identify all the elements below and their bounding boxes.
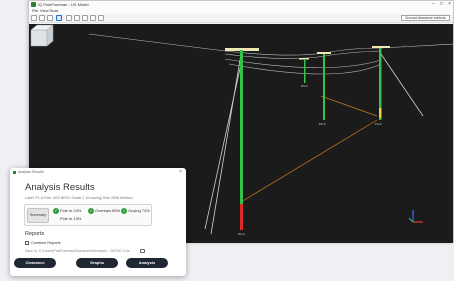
check-icon: ✓ [88, 208, 94, 214]
folder-icon[interactable] [140, 249, 145, 253]
pole-3 [304, 59, 306, 83]
summary-button[interactable]: Summary [27, 208, 49, 223]
axis-gizmo-icon [408, 210, 423, 223]
save-path-field[interactable]: Save to: C:\Users\PoleForeman\Documents\… [25, 248, 130, 254]
close-button[interactable]: × [448, 1, 451, 8]
reports-heading: Reports [25, 231, 45, 237]
view-cube-side-label: N [421, 43, 424, 48]
zoom-icon[interactable] [82, 15, 88, 21]
dialog-heading: Analysis Results [25, 182, 95, 193]
save-icon[interactable] [39, 15, 45, 21]
desktop: IQ PoleForeman - US Model – □ × File Vie… [0, 0, 454, 281]
view-cube-face-label: East [402, 44, 413, 50]
result-item: Guying 74% [128, 208, 150, 213]
window-title: IQ PoleForeman - US Model [38, 2, 89, 7]
title-bar: IQ PoleForeman - US Model – □ × [29, 1, 453, 8]
orange-guy-lines [240, 95, 378, 203]
orbit-icon[interactable] [74, 15, 80, 21]
dialog-window-title: Analysis Results [18, 170, 44, 174]
toolbar: Ground clearance controls [29, 14, 453, 23]
combine-reports-checkbox[interactable] [25, 241, 29, 245]
combine-reports-label: Combine Reports [31, 241, 61, 245]
app-logo-icon [31, 2, 36, 7]
ground-clearance-control[interactable]: Ground clearance controls [400, 15, 450, 21]
pole-1 [240, 50, 243, 204]
result-item: Overlaps 85% [95, 208, 121, 213]
check-icon: ✓ [121, 208, 127, 214]
pole-4-marker [379, 108, 382, 118]
pole-label: P3-A [301, 84, 308, 88]
pole-label: P4-A [375, 122, 382, 126]
clearance-button[interactable]: Clearance [14, 258, 56, 268]
window-controls: – □ × [432, 1, 451, 8]
pole-2 [323, 54, 325, 120]
summary-panel: Summary ✓ Pole in 24% ✓ Overlaps 85% ✓ G… [24, 204, 152, 226]
measure-icon[interactable] [90, 15, 96, 21]
poles [240, 48, 382, 230]
pole-1-base [240, 204, 243, 230]
minimize-button[interactable]: – [432, 1, 435, 8]
check-icon: ✓ [53, 208, 59, 214]
analysis-results-dialog: Analysis Results × Analysis Results Labe… [10, 168, 186, 276]
analysis-button[interactable]: Analysis [126, 258, 168, 268]
view-cube-icon[interactable] [29, 24, 55, 48]
graphs-button[interactable]: Graphs [76, 258, 118, 268]
result-item: Pole in 13% [60, 216, 82, 221]
analysis-details: Label: P1-A Pole: 40/3 NESC Grade C (Cro… [25, 196, 133, 200]
guy-wires [204, 53, 424, 235]
open-icon[interactable] [31, 15, 37, 21]
dialog-close-button[interactable]: × [179, 169, 182, 176]
pole-label: P2-A [319, 122, 326, 126]
result-item: Pole in 24% [60, 208, 82, 213]
pole-labels: P1-A P2-A P3-A P4-A [238, 84, 382, 236]
pole-label: P1-A [238, 232, 245, 236]
undo-icon[interactable] [47, 15, 53, 21]
app-logo-icon [13, 171, 16, 174]
conductor-lines [88, 33, 453, 75]
maximize-button[interactable]: □ [440, 1, 443, 8]
dialog-title-bar: Analysis Results × [10, 168, 186, 177]
pole-view-icon[interactable] [56, 15, 62, 21]
settings-icon[interactable] [98, 15, 104, 21]
pan-icon[interactable] [66, 15, 72, 21]
